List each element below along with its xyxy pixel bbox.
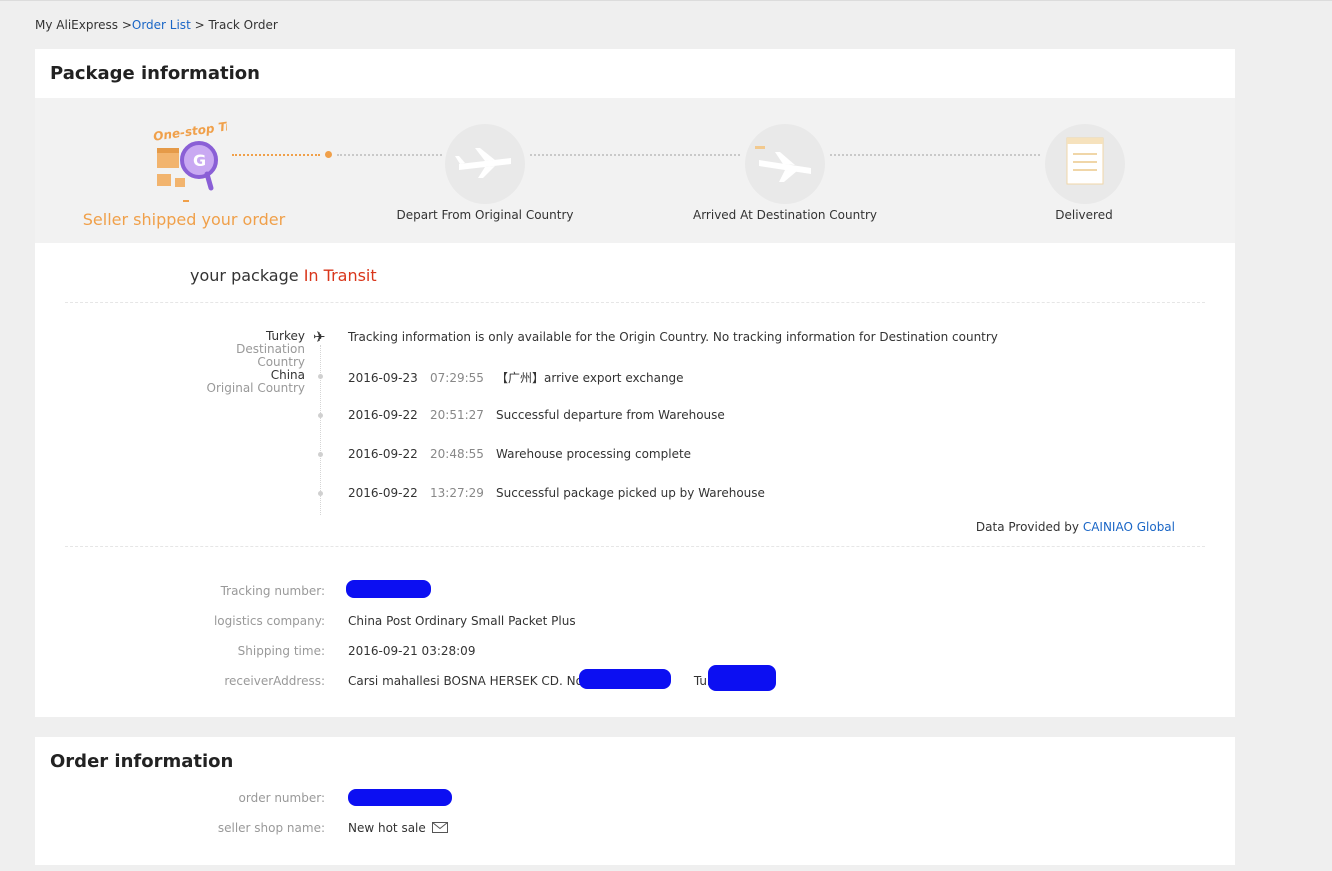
step-depart-label: Depart From Original Country (396, 208, 574, 222)
seller-shop-value: New hot sale (348, 821, 448, 836)
breadcrumb-separator: > (190, 18, 209, 32)
one-stop-logo-text: One-stop Tracking (152, 116, 227, 144)
order-information-title: Order information (50, 751, 234, 772)
receiver-address-redacted-2 (708, 665, 776, 691)
tracking-number-label: Tracking number: (220, 584, 325, 598)
tracking-progress-bar: One-stop Tracking G Seller shipped your … (35, 98, 1235, 243)
destination-note: Tracking information is only available f… (348, 330, 998, 344)
package-status: your package In Transit (190, 266, 377, 285)
order-information-panel: Order information order number: seller s… (35, 737, 1235, 865)
event-time: 07:29:55 (430, 371, 484, 385)
origin-country-sub: Original Country (206, 381, 305, 395)
destination-country-sub: Destination Country (236, 342, 305, 369)
top-border (0, 0, 1332, 1)
tracking-event: 2016-09-23 07:29:55 【广州】arrive export exch… (348, 369, 684, 386)
logistics-company-label: logistics company: (213, 614, 325, 628)
event-date: 2016-09-22 (348, 408, 418, 422)
package-information-panel: Package information One-stop Tracking G … (35, 49, 1235, 717)
origin-country: China Original Country (185, 369, 305, 395)
step-delivered-label: Delivered (1055, 208, 1113, 222)
event-time: 20:51:27 (430, 408, 484, 422)
receiver-address-value: Carsi mahallesi BOSNA HERSEK CD. No 1 , … (348, 674, 733, 688)
order-number-label: order number: (238, 791, 325, 805)
notepad-icon (1045, 124, 1125, 204)
seller-shop-name[interactable]: New hot sale (348, 821, 426, 835)
progress-dots-3 (830, 154, 1040, 156)
receiver-address-label: receiverAddress: (224, 674, 325, 688)
timeline-dot (318, 374, 323, 379)
logistics-company-value: China Post Ordinary Small Packet Plus (348, 614, 576, 628)
event-desc: Successful package picked up by Warehous… (496, 486, 765, 500)
airplane-arrive-icon (745, 124, 825, 204)
event-time: 13:27:29 (430, 486, 484, 500)
event-desc: Warehouse processing complete (496, 447, 692, 461)
breadcrumb: My AliExpress >Order List > Track Order (35, 18, 278, 32)
timeline-dot (318, 452, 323, 457)
divider-top (65, 302, 1205, 303)
breadcrumb-order-list-link[interactable]: Order List (132, 18, 191, 32)
order-number-redacted (348, 789, 452, 806)
tracking-event: 2016-09-22 20:51:27 Successful departure f… (348, 408, 725, 422)
event-desc: Successful departure from Warehouse (496, 408, 725, 422)
cainiao-link[interactable]: CAINIAO Global (1083, 520, 1175, 534)
shipping-time-label: Shipping time: (237, 644, 325, 658)
seller-shop-label: seller shop name: (217, 821, 325, 835)
timeline-dot (318, 413, 323, 418)
event-date: 2016-09-22 (348, 486, 418, 500)
progress-dots-completed (232, 154, 320, 156)
airplane-depart-icon (445, 124, 525, 204)
step-arrived-label: Arrived At Destination Country (693, 208, 877, 222)
breadcrumb-current: Track Order (208, 18, 278, 32)
event-date: 2016-09-22 (348, 447, 418, 461)
data-provider-credit: Data Provided by CAINIAO Global (976, 520, 1175, 534)
event-desc: 【广州】arrive export exchange (496, 371, 684, 385)
tracking-event: 2016-09-22 20:48:55 Warehouse processing c… (348, 447, 691, 461)
progress-dots-2 (530, 154, 740, 156)
divider-bottom (65, 546, 1205, 547)
svg-text:G: G (193, 151, 206, 170)
status-in-transit: In Transit (303, 266, 377, 285)
breadcrumb-root[interactable]: My AliExpress > (35, 18, 132, 32)
destination-country: Turkey Destination Country (185, 330, 305, 369)
credit-prefix: Data Provided by (975, 520, 1083, 534)
airplane-icon: ✈ (313, 328, 326, 346)
progress-dots-1 (337, 154, 442, 156)
tracking-event: 2016-09-22 13:27:29 Successful package pic… (348, 486, 765, 500)
event-time: 20:48:55 (430, 447, 484, 461)
tracking-number-redacted (346, 580, 431, 598)
step-seller-shipped-label: Seller shipped your order (82, 210, 286, 229)
receiver-address-street: Carsi mahallesi BOSNA HERSEK CD. No 1 , (348, 674, 603, 688)
mail-icon[interactable] (431, 821, 448, 836)
timeline-dot (318, 491, 323, 496)
receiver-address-redacted (579, 669, 671, 689)
package-information-title: Package information (50, 63, 260, 84)
timeline-line (320, 345, 321, 515)
progress-current-dot (325, 151, 332, 158)
shipping-time-value: 2016-09-21 03:28:09 (348, 644, 476, 658)
one-stop-tracking-icon: One-stop Tracking G (147, 113, 276, 206)
event-date: 2016-09-23 (348, 371, 418, 385)
status-prefix: your package (190, 266, 304, 285)
